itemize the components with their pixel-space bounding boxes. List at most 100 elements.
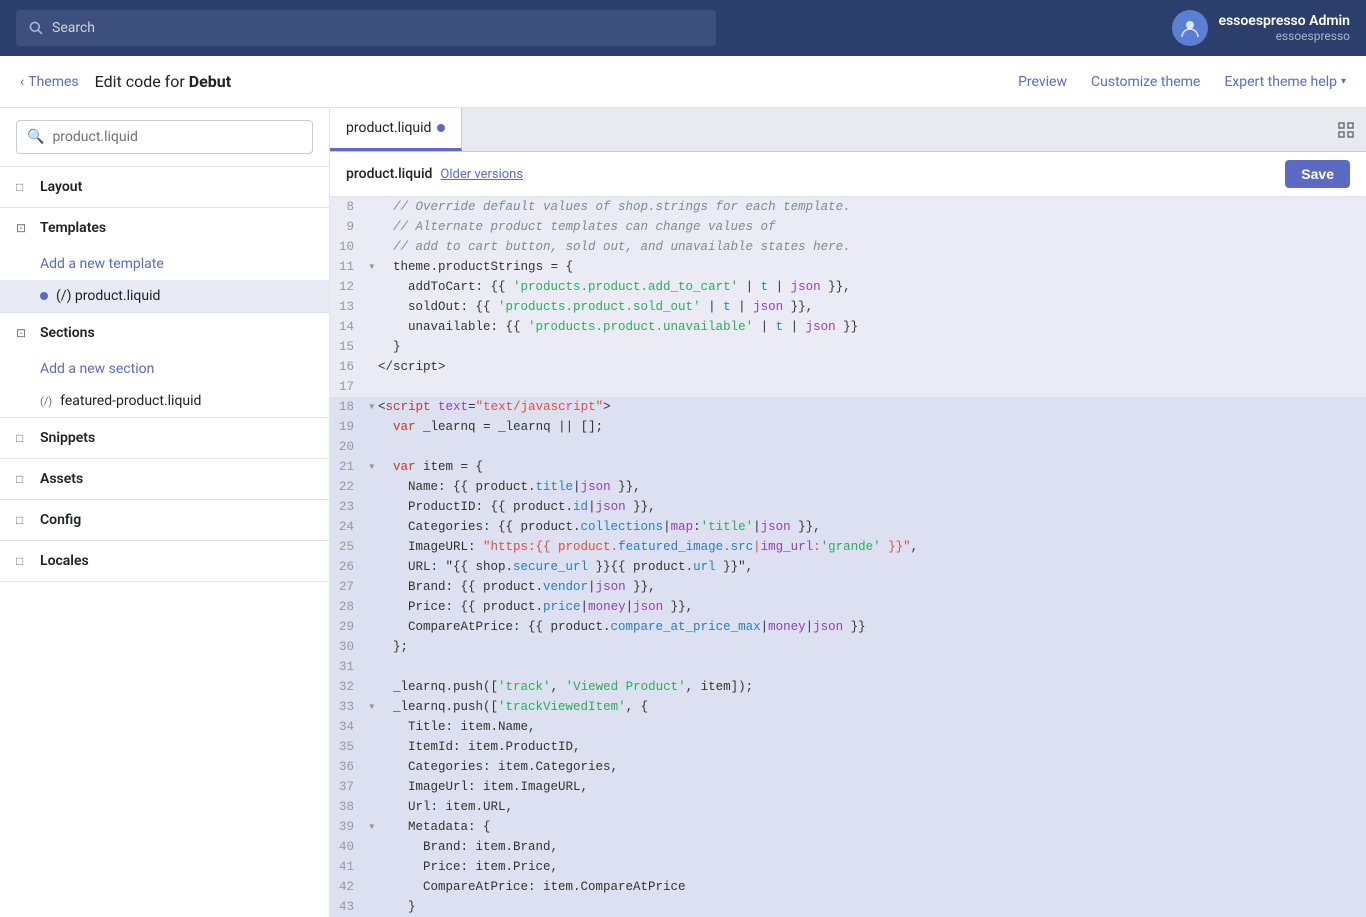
sidebar-search: 🔍 product.liquid: [0, 108, 329, 167]
snippets-section-icon: □: [16, 431, 32, 445]
sidebar-section-config: □ Config: [0, 500, 329, 541]
add-new-section-link[interactable]: Add a new section: [0, 353, 329, 385]
sidebar-section-locales-header[interactable]: □ Locales: [0, 541, 329, 581]
table-row-highlighted: 43 }: [330, 897, 1366, 917]
table-row: 10 // add to cart button, sold out, and …: [330, 237, 1366, 257]
table-row: 9 // Alternate product templates can cha…: [330, 217, 1366, 237]
table-row-highlighted: 33 ▾ _learnq.push(['trackViewedItem', {: [330, 697, 1366, 717]
layout-section-icon: □: [16, 180, 32, 194]
table-row-highlighted: 28 Price: {{ product.price|money|json }}…: [330, 597, 1366, 617]
page-title: Edit code for Debut: [95, 72, 232, 91]
config-label: Config: [40, 512, 81, 528]
search-box[interactable]: Search: [16, 10, 716, 46]
table-row-highlighted: 35 ItemId: item.ProductID,: [330, 737, 1366, 757]
table-row: 13 soldOut: {{ 'products.product.sold_ou…: [330, 297, 1366, 317]
preview-link[interactable]: Preview: [1018, 74, 1067, 90]
sidebar: 🔍 product.liquid □ Layout ⊡ Templates Ad…: [0, 108, 330, 917]
back-label: Themes: [28, 74, 78, 90]
table-row-highlighted: 39 ▾ Metadata: {: [330, 817, 1366, 837]
table-row-highlighted: 21 ▾ var item = {: [330, 457, 1366, 477]
expand-icon[interactable]: [1326, 108, 1366, 151]
assets-section-icon: □: [16, 472, 32, 486]
table-row-highlighted: 32 _learnq.push(['track', 'Viewed Produc…: [330, 677, 1366, 697]
sidebar-section-snippets: □ Snippets: [0, 418, 329, 459]
tab-product-liquid[interactable]: product.liquid: [330, 108, 462, 151]
sidebar-section-sections-header[interactable]: ⊡ Sections: [0, 313, 329, 353]
sidebar-section-snippets-header[interactable]: □ Snippets: [0, 418, 329, 458]
sidebar-section-layout: □ Layout: [0, 167, 329, 208]
file-name-product-liquid: (/) product.liquid: [56, 288, 160, 304]
back-arrow-icon: ‹: [20, 74, 24, 90]
table-row-highlighted: 24 Categories: {{ product.collections|ma…: [330, 517, 1366, 537]
editor-header: product.liquid Older versions Save: [330, 152, 1366, 197]
active-dot: [40, 292, 48, 300]
snippets-label: Snippets: [40, 430, 95, 446]
line-number: 8: [330, 197, 366, 217]
editor-filename: product.liquid: [346, 166, 432, 182]
config-section-icon: □: [16, 513, 32, 527]
table-row: 11 ▾ theme.productStrings = {: [330, 257, 1366, 277]
sidebar-section-templates-header[interactable]: ⊡ Templates: [0, 208, 329, 248]
table-row: 15 }: [330, 337, 1366, 357]
file-item-product-liquid[interactable]: (/) product.liquid: [0, 280, 329, 312]
table-row-highlighted: 34 Title: item.Name,: [330, 717, 1366, 737]
table-row-highlighted: 25 ImageURL: "https:{{ product.featured_…: [330, 537, 1366, 557]
sidebar-section-locales: □ Locales: [0, 541, 329, 582]
user-name: essoespresso Admin: [1218, 13, 1350, 29]
table-row: 17: [330, 377, 1366, 397]
tab-bar: product.liquid: [330, 108, 1366, 152]
user-shop: essoespresso: [1218, 29, 1350, 43]
tab-modified-dot: [437, 124, 445, 132]
templates-section-icon: ⊡: [16, 221, 32, 235]
layout-label: Layout: [40, 179, 82, 195]
sections-label: Sections: [40, 325, 95, 341]
sidebar-search-value[interactable]: product.liquid: [52, 129, 137, 145]
table-row-highlighted: 26 URL: "{{ shop.secure_url }}{{ product…: [330, 557, 1366, 577]
table-row-highlighted: 30 };: [330, 637, 1366, 657]
expert-help-link[interactable]: Expert theme help ▾: [1224, 74, 1346, 90]
sidebar-search-icon: 🔍: [27, 129, 44, 145]
assets-label: Assets: [40, 471, 83, 487]
sidebar-section-config-header[interactable]: □ Config: [0, 500, 329, 540]
older-versions-link[interactable]: Older versions: [440, 167, 523, 182]
table-row-highlighted: 23 ProductID: {{ product.id|json }},: [330, 497, 1366, 517]
table-row-highlighted: 20: [330, 437, 1366, 457]
add-new-template-link[interactable]: Add a new template: [0, 248, 329, 280]
secondary-nav: ‹ Themes Edit code for Debut Preview Cus…: [0, 56, 1366, 108]
sidebar-section-layout-header[interactable]: □ Layout: [0, 167, 329, 207]
table-row-highlighted: 40 Brand: item.Brand,: [330, 837, 1366, 857]
sections-section-icon: ⊡: [16, 326, 32, 340]
code-editor[interactable]: 8 // Override default values of shop.str…: [330, 197, 1366, 917]
table-row-highlighted: 22 Name: {{ product.title|json }},: [330, 477, 1366, 497]
dropdown-arrow-icon: ▾: [1341, 76, 1346, 87]
table-row-highlighted: 29 CompareAtPrice: {{ product.compare_at…: [330, 617, 1366, 637]
table-row-highlighted: 18 ▾ <script text="text/javascript">: [330, 397, 1366, 417]
file-item-featured-product[interactable]: (/) featured-product.liquid: [0, 385, 329, 417]
table-row-highlighted: 41 Price: item.Price,: [330, 857, 1366, 877]
sidebar-search-box[interactable]: 🔍 product.liquid: [16, 120, 313, 154]
main-layout: 🔍 product.liquid □ Layout ⊡ Templates Ad…: [0, 108, 1366, 917]
avatar: [1172, 10, 1208, 46]
table-row: 8 // Override default values of shop.str…: [330, 197, 1366, 217]
customize-theme-link[interactable]: Customize theme: [1091, 74, 1200, 90]
nav-right: Preview Customize theme Expert theme hel…: [1018, 74, 1346, 90]
table-row-highlighted: 38 Url: item.URL,: [330, 797, 1366, 817]
table-row-highlighted: 27 Brand: {{ product.vendor|json }},: [330, 577, 1366, 597]
save-button[interactable]: Save: [1285, 160, 1350, 188]
table-row-highlighted: 37 ImageUrl: item.ImageURL,: [330, 777, 1366, 797]
back-to-themes-link[interactable]: ‹ Themes: [20, 74, 79, 90]
user-info: essoespresso Admin essoespresso: [1218, 13, 1350, 43]
locales-section-icon: □: [16, 554, 32, 568]
sidebar-section-sections: ⊡ Sections Add a new section (/) feature…: [0, 313, 329, 418]
file-name-featured-product: featured-product.liquid: [60, 393, 201, 409]
sidebar-section-assets-header[interactable]: □ Assets: [0, 459, 329, 499]
tab-label: product.liquid: [346, 120, 431, 136]
templates-label: Templates: [40, 220, 106, 236]
line-content: // Override default values of shop.strin…: [378, 197, 1366, 217]
file-icon: (/): [40, 395, 52, 408]
code-table: 8 // Override default values of shop.str…: [330, 197, 1366, 917]
table-row-highlighted: 42 CompareAtPrice: item.CompareAtPrice: [330, 877, 1366, 897]
user-area: essoespresso Admin essoespresso: [1172, 10, 1350, 46]
table-row-highlighted: 19 var _learnq = _learnq || [];: [330, 417, 1366, 437]
search-input[interactable]: Search: [52, 20, 95, 36]
